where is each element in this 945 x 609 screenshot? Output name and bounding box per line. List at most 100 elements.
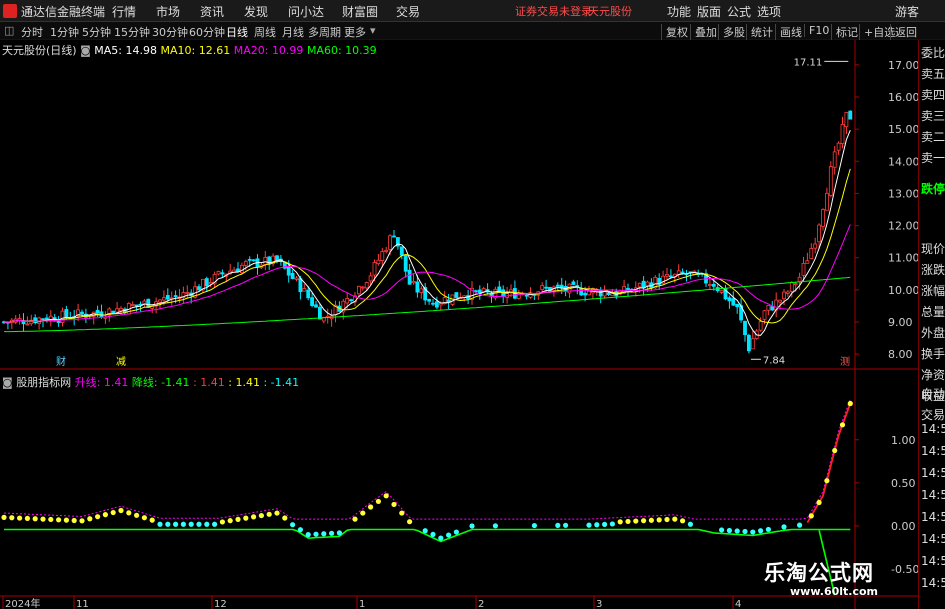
indicator-value: : 1.41 <box>228 376 260 389</box>
menu-item[interactable]: 发现 <box>244 3 268 20</box>
menu-item[interactable]: 市场 <box>156 3 180 20</box>
candle-body <box>735 303 740 308</box>
candle <box>29 314 34 326</box>
candle <box>544 279 548 292</box>
settings-icon[interactable]: ◙ <box>80 44 91 57</box>
menu-item[interactable]: 问小达 <box>288 3 324 20</box>
candle-body <box>158 299 162 303</box>
candle-body <box>571 281 576 285</box>
signal-dot-up <box>680 518 686 524</box>
signal-dot-down <box>469 523 475 529</box>
candle <box>786 290 790 297</box>
toolbar-button[interactable]: 返回 <box>890 24 917 40</box>
candle-body <box>579 287 584 296</box>
toolbar-button[interactable]: 复权 <box>661 24 688 40</box>
candle-body <box>821 209 825 227</box>
signal-dot-up <box>71 517 77 524</box>
side-panel-label: 涨幅 <box>921 284 945 298</box>
candle-body <box>645 281 650 287</box>
menu-item[interactable]: 版面 <box>697 3 721 20</box>
candle <box>138 301 143 313</box>
period-tab[interactable]: 60分钟 <box>189 24 225 40</box>
candle-body <box>641 280 646 289</box>
signal-dot-down <box>438 535 444 541</box>
menu-item[interactable]: 财富圈 <box>342 3 378 20</box>
y-tick-label: 0.00 <box>891 520 916 533</box>
candle-body <box>119 308 123 312</box>
signal-dot-up <box>824 478 830 484</box>
event-marker: 测 <box>840 355 850 368</box>
candle-body <box>146 298 151 308</box>
candle-body <box>555 284 560 287</box>
period-tab[interactable]: 月线 <box>282 24 304 40</box>
candle-body <box>805 260 810 264</box>
candle <box>353 291 357 307</box>
candle-body <box>407 269 412 285</box>
chart-area[interactable]: 8.009.0010.0011.0012.0013.0014.0015.0016… <box>0 40 918 609</box>
period-tab[interactable]: 周线 <box>254 24 276 40</box>
user-label[interactable]: 游客 <box>895 3 919 20</box>
candle <box>825 187 829 211</box>
candle <box>403 254 408 278</box>
side-panel-label: 卖五 <box>921 67 945 81</box>
menu-bar: 通达信金融终端 行情 市场 资讯 发现 问小达 财富圈 交易 证券交易未登录 天… <box>0 0 945 22</box>
candle <box>33 314 38 325</box>
signal-dot-down <box>742 528 748 535</box>
toolbar-button[interactable]: 标记 <box>831 24 858 40</box>
candle <box>185 285 190 299</box>
period-tab[interactable]: 30分钟 <box>152 24 188 40</box>
period-tab[interactable]: 分时 <box>21 24 43 40</box>
period-tab[interactable]: 1分钟 <box>50 24 79 40</box>
candle-body <box>80 311 84 315</box>
candle <box>809 243 814 260</box>
candle-body <box>778 299 782 303</box>
candle-body <box>60 310 65 323</box>
toolbar-button[interactable]: 统计 <box>746 24 773 40</box>
candle-body <box>743 320 747 336</box>
candle <box>743 320 747 342</box>
candle-body <box>345 298 350 304</box>
toolbar-button[interactable]: 画线 <box>775 24 802 40</box>
period-tab[interactable]: 15分钟 <box>114 24 150 40</box>
candle <box>747 333 751 354</box>
side-panel-label: 总量 <box>921 305 945 319</box>
candle <box>76 303 80 322</box>
x-tick-label: 1 <box>359 599 365 609</box>
menu-item[interactable]: 选项 <box>757 3 781 20</box>
toolbar-button[interactable]: 叠加 <box>690 24 717 40</box>
toolbar-button[interactable]: F10 <box>804 24 829 37</box>
y-tick-label: 14.00 <box>888 155 918 168</box>
signal-dot-down <box>305 532 311 538</box>
period-tab[interactable]: 更多 <box>344 24 366 40</box>
signal-dot-down <box>313 531 319 537</box>
candle-body <box>130 304 135 306</box>
ma20-label: MA20: 10.99 <box>233 44 304 57</box>
sidebar-toggle-icon[interactable]: ◫ <box>4 24 14 37</box>
period-tab[interactable]: 多周期 <box>308 24 341 40</box>
candle-body <box>298 278 303 293</box>
period-tab-active[interactable]: 日线 <box>226 24 248 40</box>
candle <box>360 285 365 291</box>
login-warning[interactable]: 证券交易未登录 <box>515 3 592 19</box>
menu-item[interactable]: 资讯 <box>200 3 224 20</box>
event-marker: 财 <box>56 355 66 368</box>
candle <box>513 280 517 300</box>
signal-dot-up <box>227 518 233 524</box>
y-tick-label: 13.00 <box>888 187 918 200</box>
candle-body <box>197 286 201 291</box>
indicator-value: : -1.41 <box>263 376 300 389</box>
toolbar-button[interactable]: 多股 <box>718 24 745 40</box>
y-tick-label: 12.00 <box>888 220 918 233</box>
candle-body <box>290 273 295 280</box>
candle <box>21 313 26 332</box>
indicator-title: 股朋指标网 <box>16 376 72 389</box>
period-tab[interactable]: 5分钟 <box>82 24 111 40</box>
chevron-down-icon[interactable]: ▾ <box>370 24 376 37</box>
candle-body <box>758 321 763 331</box>
menu-item[interactable]: 公式 <box>727 3 751 20</box>
menu-item[interactable]: 功能 <box>667 3 691 20</box>
settings-icon[interactable]: ◙ <box>2 376 13 389</box>
menu-item[interactable]: 交易 <box>396 3 420 20</box>
menu-item[interactable]: 行情 <box>112 3 136 20</box>
candle <box>672 273 677 283</box>
